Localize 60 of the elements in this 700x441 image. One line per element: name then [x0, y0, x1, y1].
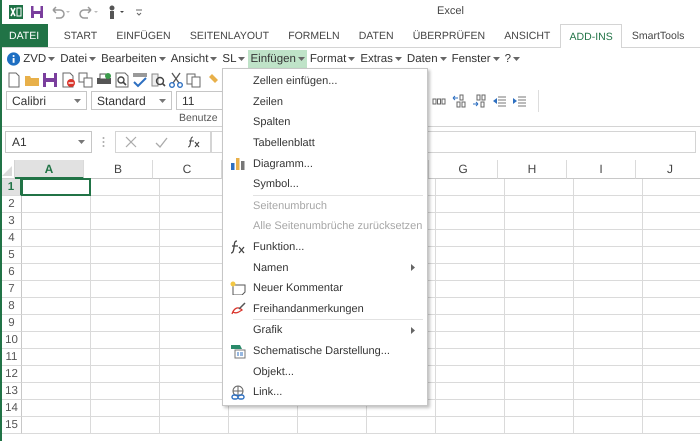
ribbon-tab[interactable]: SmartTools: [622, 24, 694, 47]
row-header[interactable]: 3: [2, 213, 22, 230]
ribbon-tab[interactable]: SEITENLAYOUT: [180, 24, 279, 47]
menu-item[interactable]: Schematische Darstellung...: [223, 340, 427, 362]
menu-bar-item[interactable]: Einfügen: [248, 50, 307, 68]
row-header[interactable]: 5: [2, 247, 22, 264]
menu-bar-item[interactable]: Datei: [58, 50, 98, 68]
menu-bar-item[interactable]: Format: [308, 50, 358, 68]
menu-bar-item[interactable]: Bearbeiten: [99, 50, 168, 68]
menu-bar-item[interactable]: ?: [502, 50, 522, 68]
menu-item[interactable]: Symbol...: [223, 174, 427, 195]
row-header[interactable]: 4: [2, 230, 22, 247]
name-box[interactable]: A1: [5, 131, 92, 153]
ribbon-tab[interactable]: START: [54, 24, 107, 47]
window-title: Excel: [437, 5, 464, 17]
menu-bar-item[interactable]: Fenster: [450, 50, 502, 68]
column-header[interactable]: H: [498, 160, 567, 179]
menu-bar-item[interactable]: SL: [220, 50, 248, 68]
column-header[interactable]: G: [429, 160, 498, 179]
column-header[interactable]: B: [84, 160, 153, 179]
row-header[interactable]: 13: [2, 383, 22, 400]
row-header[interactable]: 1: [2, 179, 22, 196]
menu-bar-item[interactable]: ZVD: [21, 50, 58, 68]
column-header[interactable]: A: [15, 160, 84, 179]
menu-item[interactable]: Namen: [223, 257, 427, 278]
menu-bar-item[interactable]: Ansicht: [168, 50, 220, 68]
ribbon-tab[interactable]: DATEN: [349, 24, 404, 47]
ribbon-tab[interactable]: ANSICHT: [494, 24, 560, 47]
ribbon-tab[interactable]: ADD-INS: [560, 24, 622, 48]
ribbon-tab[interactable]: FORMELN: [278, 24, 350, 47]
ribbon-tab[interactable]: ÜBERPRÜFEN: [403, 24, 495, 47]
row-header[interactable]: 10: [2, 332, 22, 349]
row-header[interactable]: 15: [2, 417, 22, 434]
ribbon-tab[interactable]: DATEI: [2, 24, 48, 47]
row-header[interactable]: 14: [2, 400, 22, 417]
font-name-field[interactable]: Calibri: [6, 91, 87, 110]
menu-bar-item[interactable]: Extras: [358, 50, 404, 68]
group-label: Benutze: [179, 112, 218, 124]
row-header[interactable]: 11: [2, 349, 22, 366]
row-header[interactable]: 12: [2, 366, 22, 383]
menu-item[interactable]: Grafik: [223, 320, 427, 341]
column-header[interactable]: I: [567, 160, 636, 179]
menu-item[interactable]: Freihandanmerkungen: [223, 298, 427, 320]
menu-item[interactable]: Spalten: [223, 112, 427, 133]
column-header[interactable]: J: [636, 160, 700, 179]
menu-item[interactable]: Neuer Kommentar: [223, 278, 427, 299]
row-header[interactable]: 8: [2, 298, 22, 315]
menu-item[interactable]: Tabellenblatt: [223, 132, 427, 154]
menu-item[interactable]: Zellen einfügen...: [223, 71, 427, 92]
row-header[interactable]: 2: [2, 196, 22, 213]
menu-item[interactable]: Objekt...: [223, 361, 427, 382]
number-format-field[interactable]: Standard: [91, 91, 172, 110]
row-header[interactable]: 7: [2, 281, 22, 298]
row-header[interactable]: 9: [2, 315, 22, 332]
ribbon-tab[interactable]: EINFÜGEN: [106, 24, 180, 47]
row-header[interactable]: 6: [2, 264, 22, 281]
menu-item[interactable]: Diagramm...: [223, 153, 427, 174]
menu-item[interactable]: Link...: [223, 382, 427, 402]
menu-bar-item[interactable]: Daten: [404, 50, 449, 68]
menu-item[interactable]: Funktion...: [223, 236, 427, 258]
